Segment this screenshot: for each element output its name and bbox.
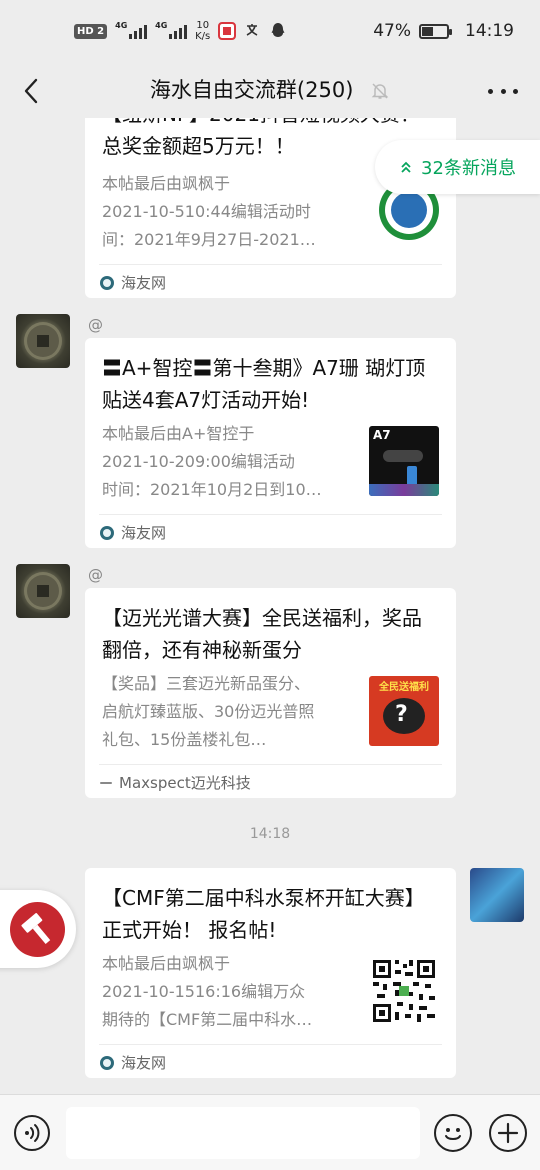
card-thumbnail: A7: [369, 426, 439, 496]
voice-icon: [25, 1124, 40, 1142]
more-functions-button[interactable]: [489, 1114, 527, 1152]
input-bar: [0, 1094, 540, 1170]
link-card[interactable]: 〓A+智控〓第十叁期》A7珊 瑚灯顶贴送4套A7灯活动开始! 本帖最后由A+智控…: [85, 338, 456, 548]
chat-header: 海水自由交流群(250): [0, 66, 540, 118]
plus-icon: [497, 1122, 519, 1144]
qq-icon: [271, 23, 285, 37]
network-speed: 10 K/s: [195, 20, 211, 42]
mention-label: @: [88, 316, 103, 334]
hammer-icon: [10, 902, 65, 957]
voice-input-button[interactable]: [14, 1115, 50, 1151]
source-logo-icon: [100, 1055, 114, 1070]
signal-1-icon: 4G: [115, 21, 148, 39]
card-source: 海友网: [100, 522, 166, 543]
card-divider: [99, 764, 442, 765]
more-options-button[interactable]: [488, 76, 518, 106]
card-divider: [99, 514, 442, 515]
smiley-icon: [445, 1128, 461, 1140]
new-messages-label: 32条新消息: [421, 158, 516, 179]
card-desc-line: 本帖最后由飒枫于: [102, 174, 231, 193]
news-app-icon: [218, 22, 237, 40]
card-desc-line: 本帖最后由A+智控于: [102, 424, 255, 443]
card-desc-line: 礼包、15份盖楼礼包…: [102, 730, 267, 749]
sender-avatar[interactable]: [16, 314, 70, 368]
emoji-button[interactable]: [434, 1114, 472, 1152]
card-source: Maxspect迈光科技: [100, 772, 251, 793]
source-logo-icon: [100, 525, 114, 540]
card-divider: [99, 264, 442, 265]
message-list[interactable]: 【纽斯NP】2021抖音短视频大赛！ 总奖金额超5万元！！ 本帖最后由飒枫于 2…: [0, 118, 540, 1094]
qr-code-thumbnail: [369, 956, 439, 1026]
card-divider: [99, 1044, 442, 1045]
mention-label: @: [88, 566, 103, 584]
hd-badge: HD 2: [74, 23, 108, 39]
chat-title: 海水自由交流群(250): [0, 74, 540, 104]
card-thumbnail: 全民送福利 ?: [369, 676, 439, 746]
status-bar: HD 2 4G 4G 10 K/s 47% 14:19: [0, 0, 540, 66]
card-desc-line: 期待的【CMF第二届中科水…: [102, 1010, 313, 1029]
signal-2-icon: 4G: [155, 21, 188, 39]
floating-window-button[interactable]: [0, 890, 76, 968]
translate-icon: [246, 24, 258, 36]
battery-icon: [419, 23, 452, 39]
card-source: 海友网: [100, 1052, 166, 1073]
double-chevron-up-icon: [401, 161, 411, 173]
clock: 14:19: [465, 21, 514, 41]
card-title: 〓A+智控〓第十叁期》A7珊 瑚灯顶贴送4套A7灯活动开始!: [102, 356, 426, 412]
card-desc-line: 2021-10-209:00编辑活动: [102, 452, 295, 471]
card-title: 【CMF第二届中科水泵杯开缸大赛】正式开始！ 报名帖!: [102, 886, 425, 942]
mute-bell-icon: [371, 83, 389, 99]
source-logo-icon: [100, 275, 114, 290]
battery-percent: 47%: [373, 21, 411, 41]
sender-avatar[interactable]: [16, 564, 70, 618]
new-messages-button[interactable]: 32条新消息: [375, 140, 540, 194]
card-desc-line: 2021-10-510:44编辑活动时: [102, 202, 311, 221]
card-desc-line: 本帖最后由飒枫于: [102, 954, 231, 973]
card-desc-line: 时间：2021年10月2日到10…: [102, 480, 322, 499]
link-card[interactable]: 【CMF第二届中科水泵杯开缸大赛】正式开始！ 报名帖! 本帖最后由飒枫于 202…: [85, 868, 456, 1078]
card-desc-line: 2021-10-1516:16编辑万众: [102, 982, 306, 1001]
message-input[interactable]: [66, 1107, 420, 1159]
source-logo-icon: [100, 776, 112, 790]
card-desc-line: 【奖品】三套迈光新品蛋分、: [102, 674, 311, 693]
card-title: 【迈光光谱大赛】全民送福利，奖品翻倍，还有神秘新蛋分: [102, 606, 422, 662]
card-source: 海友网: [100, 272, 166, 293]
card-desc-line: 间：2021年9月27日-2021…: [102, 230, 316, 249]
my-avatar[interactable]: [470, 868, 524, 922]
card-desc-line: 启航灯臻蓝版、30份迈光普照: [102, 702, 315, 721]
timestamp: 14:18: [249, 826, 291, 842]
link-card[interactable]: 【迈光光谱大赛】全民送福利，奖品翻倍，还有神秘新蛋分 【奖品】三套迈光新品蛋分、…: [85, 588, 456, 798]
